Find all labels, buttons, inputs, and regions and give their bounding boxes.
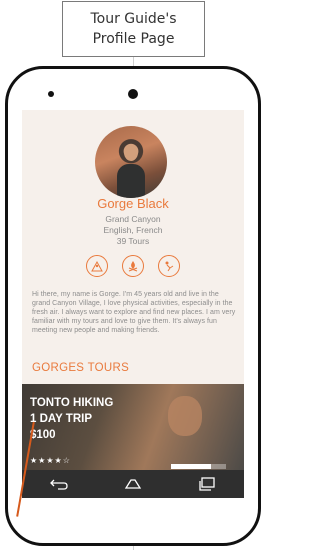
tour-card[interactable]: TONTO HIKING 1 DAY TRIP $100 ★★★★☆ xyxy=(22,384,244,470)
annotation-box: Tour Guide's Profile Page xyxy=(62,1,205,57)
campfire-icon[interactable] xyxy=(122,255,144,277)
tour-duration: 1 DAY TRIP xyxy=(30,413,92,425)
tour-title: TONTO HIKING xyxy=(30,397,114,409)
activity-icons xyxy=(86,255,180,279)
tour-price: $100 xyxy=(30,429,56,441)
guide-name: Gorge Black xyxy=(97,196,169,211)
back-icon[interactable] xyxy=(48,475,70,493)
annotation-line-1: Tour Guide's xyxy=(90,11,177,27)
guide-languages: English, French xyxy=(103,225,163,235)
phone-camera xyxy=(128,89,138,99)
avatar-head xyxy=(124,144,138,161)
annotation-line-2: Profile Page xyxy=(92,31,175,47)
hiking-icon[interactable] xyxy=(86,255,108,277)
android-nav-bar xyxy=(22,470,244,498)
tours-section-title: GORGES TOURS xyxy=(32,362,130,374)
recent-apps-icon[interactable] xyxy=(196,475,218,493)
tour-progress-bar xyxy=(171,464,226,469)
home-icon[interactable] xyxy=(122,475,144,493)
phone-sensor xyxy=(48,91,54,97)
guide-location: Grand Canyon xyxy=(105,214,161,224)
guide-avatar xyxy=(95,126,167,198)
tour-rating-stars: ★★★★☆ xyxy=(30,456,71,465)
guide-bio: Hi there, my name is Gorge. I'm 45 years… xyxy=(32,291,236,334)
guide-tour-count: 39 Tours xyxy=(116,236,150,246)
avatar-body xyxy=(117,164,145,198)
tour-progress-fill xyxy=(171,464,211,469)
tour-photo-subject xyxy=(168,396,202,436)
profile-screen: Gorge Black Grand Canyon English, French… xyxy=(22,110,244,498)
climbing-icon[interactable] xyxy=(158,255,180,277)
